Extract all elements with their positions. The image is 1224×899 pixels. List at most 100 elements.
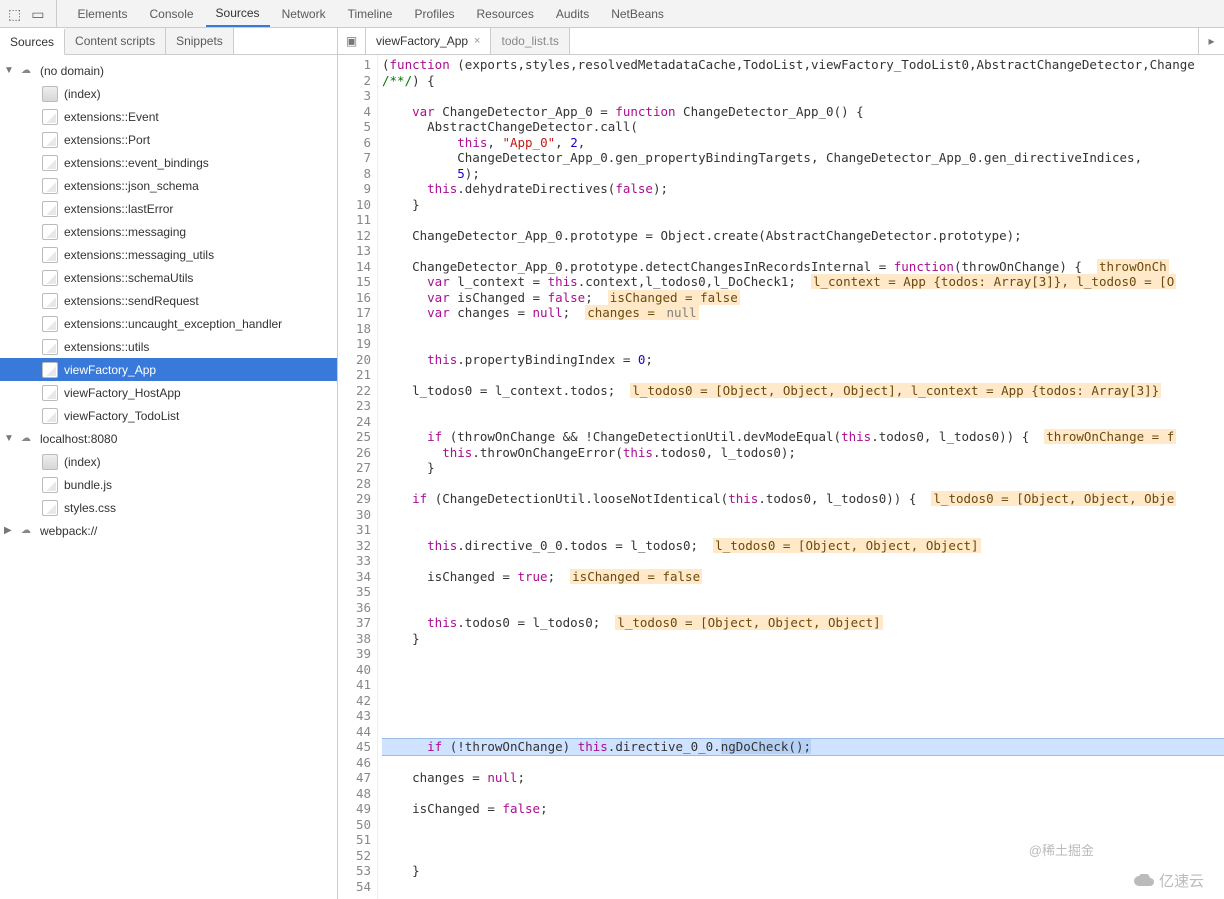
line-number[interactable]: 35 <box>338 584 371 600</box>
line-number[interactable]: 14 <box>338 259 371 275</box>
code-line[interactable] <box>382 398 1224 414</box>
line-number[interactable]: 6 <box>338 135 371 151</box>
tree-item[interactable]: viewFactory_HostApp <box>0 381 337 404</box>
tree-item[interactable]: extensions::messaging <box>0 220 337 243</box>
line-number[interactable]: 17 <box>338 305 371 321</box>
code-line[interactable] <box>382 553 1224 569</box>
tree-item[interactable]: extensions::json_schema <box>0 174 337 197</box>
line-number[interactable]: 13 <box>338 243 371 259</box>
code-line[interactable] <box>382 677 1224 693</box>
code-line[interactable] <box>382 832 1224 848</box>
line-number[interactable]: 28 <box>338 476 371 492</box>
line-number[interactable]: 34 <box>338 569 371 585</box>
code-line[interactable] <box>382 879 1224 895</box>
code-line[interactable]: this.directive_0_0.todos = l_todos0; l_t… <box>382 538 1224 554</box>
code-line[interactable]: ChangeDetector_App_0.gen_propertyBinding… <box>382 150 1224 166</box>
tree-item[interactable]: extensions::uncaught_exception_handler <box>0 312 337 335</box>
line-number[interactable]: 19 <box>338 336 371 352</box>
code-line[interactable] <box>382 212 1224 228</box>
code-line[interactable] <box>382 336 1224 352</box>
main-tab-audits[interactable]: Audits <box>546 2 599 26</box>
line-number[interactable]: 3 <box>338 88 371 104</box>
expand-arrow-icon[interactable]: ▼ <box>4 65 14 76</box>
sources-subtab-sources[interactable]: Sources <box>0 29 65 55</box>
line-number[interactable]: 50 <box>338 817 371 833</box>
line-number[interactable]: 2 <box>338 73 371 89</box>
code-line[interactable]: l_todos0 = l_context.todos; l_todos0 = [… <box>382 383 1224 399</box>
line-number[interactable]: 23 <box>338 398 371 414</box>
tree-item[interactable]: extensions::event_bindings <box>0 151 337 174</box>
sources-subtab-snippets[interactable]: Snippets <box>166 28 234 54</box>
more-tabs-icon[interactable]: ▸ <box>1198 28 1224 54</box>
code-line[interactable] <box>382 507 1224 523</box>
line-number[interactable]: 39 <box>338 646 371 662</box>
code-line[interactable] <box>382 414 1224 430</box>
tree-item[interactable]: extensions::Event <box>0 105 337 128</box>
code-line[interactable] <box>382 522 1224 538</box>
code-line[interactable] <box>382 662 1224 678</box>
line-number[interactable]: 8 <box>338 166 371 182</box>
line-number[interactable]: 37 <box>338 615 371 631</box>
line-number[interactable]: 31 <box>338 522 371 538</box>
code-line[interactable]: var l_context = this.context,l_todos0,l_… <box>382 274 1224 290</box>
code-line[interactable]: isChanged = false; <box>382 801 1224 817</box>
main-tab-network[interactable]: Network <box>272 2 336 26</box>
code-line[interactable]: } <box>382 631 1224 647</box>
tree-item[interactable]: extensions::sendRequest <box>0 289 337 312</box>
expand-arrow-icon[interactable]: ▼ <box>4 433 14 444</box>
line-number[interactable]: 15 <box>338 274 371 290</box>
line-number[interactable]: 9 <box>338 181 371 197</box>
line-number[interactable]: 10 <box>338 197 371 213</box>
line-number[interactable]: 46 <box>338 755 371 771</box>
code-line[interactable] <box>382 848 1224 864</box>
code-line[interactable]: } <box>382 863 1224 879</box>
code-editor[interactable]: 1234567891011121314151617181920212223242… <box>338 55 1224 899</box>
main-tab-elements[interactable]: Elements <box>67 2 137 26</box>
main-tab-profiles[interactable]: Profiles <box>404 2 464 26</box>
main-tab-timeline[interactable]: Timeline <box>338 2 403 26</box>
line-number[interactable]: 30 <box>338 507 371 523</box>
code-line[interactable]: 5); <box>382 166 1224 182</box>
code-line[interactable]: /**/) { <box>382 73 1224 89</box>
expand-arrow-icon[interactable]: ▶ <box>4 525 14 536</box>
code-line[interactable]: this, "App_0", 2, <box>382 135 1224 151</box>
line-number[interactable]: 20 <box>338 352 371 368</box>
tree-item[interactable]: ▼☁(no domain) <box>0 59 337 82</box>
line-number[interactable]: 48 <box>338 786 371 802</box>
device-icon[interactable]: ▭ <box>31 7 44 21</box>
code-line[interactable] <box>382 817 1224 833</box>
code-line[interactable] <box>382 755 1224 771</box>
tree-item[interactable]: styles.css <box>0 496 337 519</box>
code-line[interactable] <box>382 600 1224 616</box>
tree-item[interactable]: extensions::utils <box>0 335 337 358</box>
line-number[interactable]: 42 <box>338 693 371 709</box>
main-tab-resources[interactable]: Resources <box>467 2 544 26</box>
code-line[interactable] <box>382 786 1224 802</box>
line-number[interactable]: 22 <box>338 383 371 399</box>
sources-subtab-content-scripts[interactable]: Content scripts <box>65 28 166 54</box>
code-line[interactable] <box>382 476 1224 492</box>
tree-item[interactable]: ▶☁webpack:// <box>0 519 337 542</box>
line-number[interactable]: 11 <box>338 212 371 228</box>
line-number[interactable]: 21 <box>338 367 371 383</box>
line-number[interactable]: 1 <box>338 57 371 73</box>
code-line[interactable]: if (throwOnChange && !ChangeDetectionUti… <box>382 429 1224 445</box>
code-area[interactable]: (function (exports,styles,resolvedMetada… <box>378 55 1224 899</box>
code-line[interactable] <box>382 321 1224 337</box>
line-number[interactable]: 52 <box>338 848 371 864</box>
tree-item[interactable]: extensions::messaging_utils <box>0 243 337 266</box>
code-line[interactable] <box>382 693 1224 709</box>
line-number[interactable]: 47 <box>338 770 371 786</box>
code-line[interactable]: isChanged = true; isChanged = false <box>382 569 1224 585</box>
code-line[interactable] <box>382 367 1224 383</box>
line-number[interactable]: 43 <box>338 708 371 724</box>
code-line[interactable]: ChangeDetector_App_0.prototype.detectCha… <box>382 259 1224 275</box>
line-number[interactable]: 36 <box>338 600 371 616</box>
line-number[interactable]: 40 <box>338 662 371 678</box>
tree-item[interactable]: ▼☁localhost:8080 <box>0 427 337 450</box>
code-line[interactable]: var isChanged = false; isChanged = false <box>382 290 1224 306</box>
code-line[interactable]: ChangeDetector_App_0.prototype = Object.… <box>382 228 1224 244</box>
code-line[interactable] <box>382 708 1224 724</box>
line-number[interactable]: 41 <box>338 677 371 693</box>
line-number[interactable]: 16 <box>338 290 371 306</box>
